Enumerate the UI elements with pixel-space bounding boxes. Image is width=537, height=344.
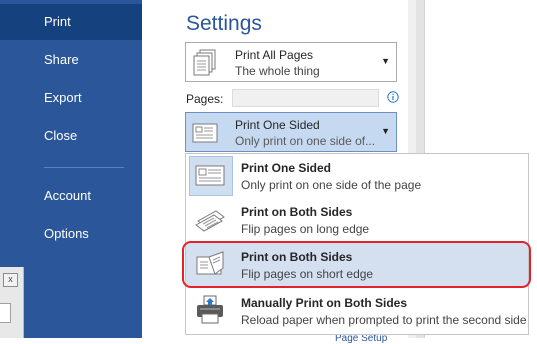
menu-item-both-long-edge[interactable]: Print on Both Sides Flip pages on long e… (186, 198, 528, 242)
menu-item-title: Print on Both Sides (241, 205, 353, 219)
one-sided-icon (195, 165, 225, 186)
menu-item-title: Print One Sided (241, 161, 332, 175)
menu-item-subtitle: Only print on one side of the page (241, 178, 422, 192)
print-sides-dropdown[interactable]: Print One Sided Only print on one side o… (185, 112, 397, 152)
one-sided-icon (192, 123, 218, 143)
chevron-down-icon: ▼ (381, 126, 390, 136)
pages-icon (193, 49, 216, 76)
chevron-down-icon: ▼ (381, 56, 390, 66)
settings-heading: Settings (186, 12, 262, 35)
sidebar-item-account[interactable]: Account (0, 178, 142, 214)
sidebar-item-options[interactable]: Options (0, 216, 142, 252)
print-sides-subtitle: Only print on one side of... (235, 134, 376, 148)
background-field (0, 303, 11, 323)
info-icon[interactable] (387, 91, 399, 103)
menu-item-manual-both-sides[interactable]: Manually Print on Both Sides Reload pape… (186, 289, 528, 333)
print-sides-title: Print One Sided (235, 118, 320, 132)
menu-item-subtitle: Flip pages on long edge (241, 222, 370, 236)
sidebar-divider (44, 167, 124, 168)
menu-item-title: Manually Print on Both Sides (241, 296, 408, 310)
printer-icon (197, 295, 223, 324)
print-range-dropdown[interactable]: Print All Pages The whole thing ▼ (185, 42, 397, 82)
menu-item-one-sided[interactable]: Print One Sided Only print on one side o… (186, 154, 528, 198)
long-edge-icon (195, 210, 225, 232)
annotation-highlight-ring (182, 241, 531, 288)
pages-input[interactable] (232, 89, 379, 107)
sidebar-item-share[interactable]: Share (0, 42, 142, 78)
print-range-subtitle: The whole thing (235, 64, 320, 78)
sidebar-item-print[interactable]: Print (0, 4, 142, 40)
sidebar-item-close[interactable]: Close (0, 118, 142, 154)
close-icon[interactable]: x (3, 273, 18, 287)
pages-label: Pages: (186, 92, 224, 106)
print-range-title: Print All Pages (235, 48, 314, 62)
sidebar-item-export[interactable]: Export (0, 80, 142, 116)
menu-item-subtitle: Reload paper when prompted to print the … (241, 313, 527, 327)
